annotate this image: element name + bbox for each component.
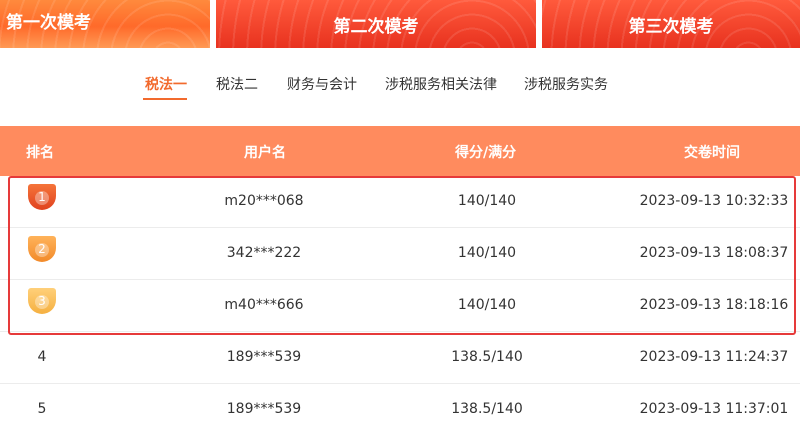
header-username: 用户名: [244, 145, 286, 161]
table-row: 5 189***539 138.5/140 2023-09-13 11:37:0…: [0, 384, 800, 436]
table-row: 3 m40***666 140/140 2023-09-13 18:18:16: [0, 280, 800, 332]
score-cell: 138.5/140: [451, 401, 523, 417]
rank-cell: 4: [37, 349, 47, 365]
header-score: 得分/满分: [455, 145, 517, 161]
header-rank: 排名: [26, 145, 54, 161]
tab-subject-tax-service-law[interactable]: 涉税服务相关法律: [385, 74, 497, 94]
exam-tabs: 第一次模考 第二次模考 第三次模考: [0, 0, 800, 48]
username-cell: m40***666: [224, 297, 304, 313]
tab-exam-1[interactable]: 第一次模考: [0, 0, 210, 48]
submit-time-cell: 2023-09-13 11:24:37: [639, 349, 789, 365]
tab-exam-2-label: 第二次模考: [333, 16, 419, 37]
bronze-medal-icon: 3: [28, 288, 56, 314]
tab-exam-2[interactable]: 第二次模考: [216, 0, 536, 48]
score-cell: 138.5/140: [451, 349, 523, 365]
tab-subject-finance-accounting[interactable]: 财务与会计: [287, 74, 357, 94]
tab-subject-tax-service-practice[interactable]: 涉税服务实务: [524, 74, 608, 94]
silver-medal-icon: 2: [28, 236, 56, 262]
tab-subject-tax-law-2[interactable]: 税法二: [216, 74, 258, 94]
tab-subject-tax-law-1[interactable]: 税法一: [145, 74, 187, 94]
score-cell: 140/140: [457, 245, 517, 261]
username-cell: m20***068: [224, 193, 304, 209]
rank-cell: 5: [37, 401, 47, 417]
rank-number: 2: [38, 242, 46, 256]
score-cell: 140/140: [457, 193, 517, 209]
username-cell: 189***539: [226, 349, 302, 365]
active-tab-underline: [143, 98, 187, 100]
tab-exam-3-label: 第三次模考: [628, 16, 714, 37]
gold-medal-icon: 1: [28, 184, 56, 210]
submit-time-cell: 2023-09-13 10:32:33: [639, 193, 789, 209]
username-cell: 189***539: [226, 401, 302, 417]
tab-exam-1-label: 第一次模考: [6, 13, 91, 33]
rank-number: 3: [38, 294, 46, 308]
submit-time-cell: 2023-09-13 18:18:16: [639, 297, 789, 313]
ranking-table-header: 排名 用户名 得分/满分 交卷时间: [0, 126, 800, 176]
username-cell: 342***222: [226, 245, 302, 261]
submit-time-cell: 2023-09-13 18:08:37: [639, 245, 789, 261]
score-cell: 140/140: [457, 297, 517, 313]
header-submit-time: 交卷时间: [684, 145, 740, 161]
table-row: 1 m20***068 140/140 2023-09-13 10:32:33: [0, 176, 800, 228]
subject-tabs: 税法一 税法二 财务与会计 涉税服务相关法律 涉税服务实务: [0, 60, 800, 110]
table-row: 2 342***222 140/140 2023-09-13 18:08:37: [0, 228, 800, 280]
table-row: 4 189***539 138.5/140 2023-09-13 11:24:3…: [0, 332, 800, 384]
rank-number: 1: [38, 190, 46, 204]
submit-time-cell: 2023-09-13 11:37:01: [639, 401, 789, 417]
tab-exam-3[interactable]: 第三次模考: [542, 0, 800, 48]
